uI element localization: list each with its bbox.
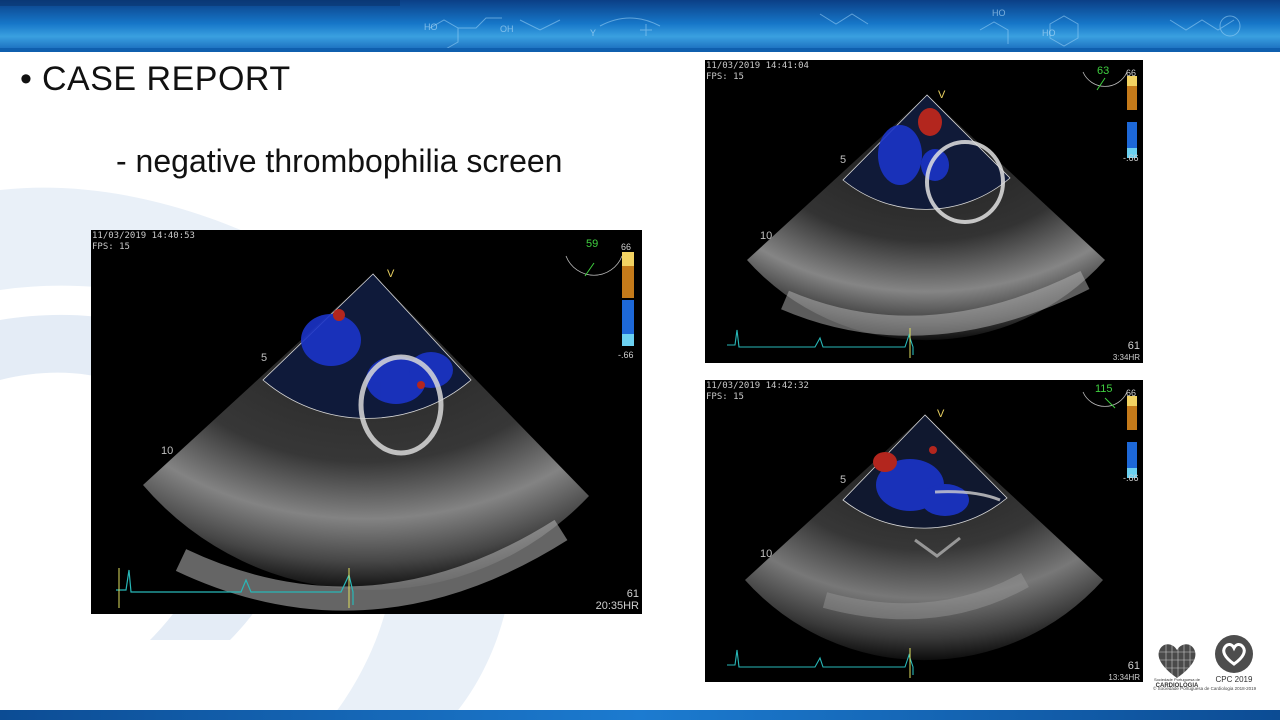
velocity-scale-top: 66 <box>621 242 632 252</box>
depth-marker-5: 5 <box>261 352 268 364</box>
echo-image-bottom-right: 11/03/2019 14:42:32 FPS: 15 115 66 -.66 … <box>705 380 1143 682</box>
hr-unit: HR <box>623 600 639 612</box>
spc-small-text: Sociedade Portuguesa de <box>1153 677 1201 682</box>
heart-rate-readout: 61 20:35HR <box>596 588 639 612</box>
echo-sector-image <box>727 71 1137 358</box>
depth-marker-5: 5 <box>840 474 847 486</box>
echo-sector-image <box>116 252 634 611</box>
heart-rate-value: 61 <box>1127 340 1140 352</box>
sector-angle: 63 <box>1097 65 1110 77</box>
svg-text:HO: HO <box>424 22 438 32</box>
echo-image-top-right: 11/03/2019 14:41:04 FPS: 15 63 66 -.66 5… <box>705 60 1143 363</box>
copyright-text: © Sociedade Portuguesa de Cardiologia 20… <box>1153 686 1257 691</box>
svg-text:Y: Y <box>590 28 596 38</box>
echo-fps: FPS: 15 <box>706 392 744 402</box>
depth-marker-10: 10 <box>760 548 773 560</box>
velocity-scale-top: 66 <box>1126 68 1137 78</box>
sector-angle: 115 <box>1095 383 1113 395</box>
svg-text:HO: HO <box>1042 28 1056 38</box>
echo-fps: FPS: 15 <box>706 72 744 82</box>
heart-ring-icon <box>1215 635 1253 673</box>
elapsed-time: 20:35 <box>595 600 624 612</box>
echo-image-large: 11/03/2019 14:40:53 FPS: 15 59 66 -.66 5… <box>91 230 642 614</box>
echo-timestamp: 11/03/2019 14:42:32 <box>706 381 809 391</box>
footer-bar <box>0 710 1280 720</box>
bullet-dot: • <box>20 60 33 98</box>
v-marker: V <box>937 408 945 420</box>
depth-marker-5: 5 <box>840 154 847 166</box>
slide-title: • CASE REPORT <box>20 60 291 104</box>
heart-rate-readout: 61 3:34HR <box>1113 340 1140 363</box>
svg-text:HO: HO <box>992 8 1006 18</box>
hr-unit: HR <box>1128 673 1140 682</box>
depth-marker-10: 10 <box>760 230 773 242</box>
depth-marker-10: 10 <box>161 445 174 457</box>
elapsed-time: 3:34 <box>1112 353 1129 362</box>
slide-title-text: CASE REPORT <box>42 60 291 98</box>
heart-rate-value: 61 <box>1127 660 1140 672</box>
hr-unit: HR <box>1128 353 1140 362</box>
sector-angle: 59 <box>586 238 599 250</box>
svg-text:OH: OH <box>500 24 514 34</box>
velocity-scale-bottom: -.66 <box>1123 153 1139 163</box>
cpc-logo-text: CPC 2019 <box>1215 675 1253 684</box>
echo-sector-image <box>727 391 1137 678</box>
echo-timestamp: 11/03/2019 14:41:04 <box>706 61 809 71</box>
v-marker: V <box>387 268 395 280</box>
slide-subtext: - negative thrombophilia screen <box>116 143 563 179</box>
heart-rate-readout: 61 13:34HR <box>1108 660 1140 682</box>
velocity-scale-bottom: -.66 <box>1123 473 1139 483</box>
elapsed-time: 13:34 <box>1108 673 1129 682</box>
velocity-scale-bottom: -.66 <box>618 350 634 360</box>
velocity-scale-top: 66 <box>1126 388 1137 398</box>
echo-timestamp: 11/03/2019 14:40:53 <box>92 231 195 241</box>
v-marker: V <box>938 89 946 101</box>
heart-rate-value: 61 <box>626 588 639 600</box>
echo-fps: FPS: 15 <box>92 242 130 252</box>
